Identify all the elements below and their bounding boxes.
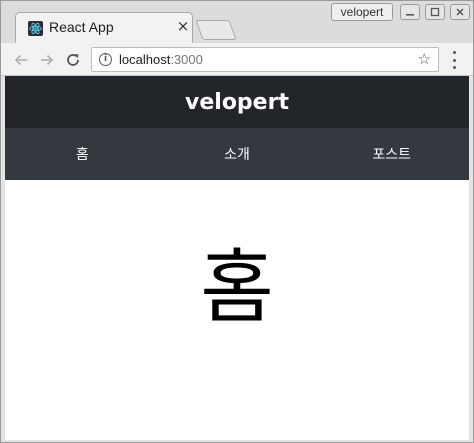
forward-arrow-icon	[41, 54, 54, 66]
browser-toolbar: i localhost:3000 ☆	[1, 43, 473, 76]
star-icon[interactable]: ☆	[418, 51, 431, 68]
maximize-button[interactable]	[425, 4, 445, 20]
forward-button[interactable]	[37, 50, 57, 70]
back-button[interactable]	[11, 50, 31, 70]
browser-tab[interactable]: React App ×	[15, 12, 193, 43]
maximize-icon	[430, 7, 440, 17]
menu-item-home[interactable]: 홈	[5, 128, 160, 180]
window-close-icon	[456, 8, 464, 16]
url-port: :3000	[170, 52, 203, 67]
profile-button[interactable]: velopert	[331, 3, 393, 21]
menu-item-posts[interactable]: 포스트	[314, 128, 469, 180]
minimize-button[interactable]	[400, 4, 420, 20]
nav-menu: 홈 소개 포스트	[5, 128, 469, 180]
menu-item-about[interactable]: 소개	[160, 128, 315, 180]
tab-title: React App	[49, 19, 114, 35]
close-icon[interactable]: ×	[176, 17, 190, 35]
reload-icon	[67, 54, 79, 66]
url-text[interactable]: localhost:3000	[119, 52, 203, 67]
page-heading: 홈	[200, 241, 274, 334]
page-viewport: velopert 홈 소개 포스트 홈	[5, 76, 469, 440]
window-close-button[interactable]	[450, 4, 470, 20]
url-host: localhost	[119, 52, 171, 67]
kebab-menu-icon[interactable]	[449, 51, 459, 69]
tab-strip: React App × velopert	[1, 1, 473, 43]
back-arrow-icon	[14, 54, 27, 66]
site-title: velopert	[185, 89, 289, 115]
info-icon[interactable]: i	[99, 53, 112, 66]
site-header: velopert	[5, 76, 469, 128]
react-icon	[28, 21, 43, 36]
new-tab-button[interactable]	[195, 20, 237, 40]
address-bar[interactable]: i localhost:3000 ☆	[91, 47, 439, 72]
browser-window: React App × velopert i localhost:3000 ☆ …	[0, 0, 474, 443]
reload-button[interactable]	[63, 50, 83, 70]
minimize-icon	[406, 14, 414, 16]
page-content: 홈	[5, 180, 469, 440]
